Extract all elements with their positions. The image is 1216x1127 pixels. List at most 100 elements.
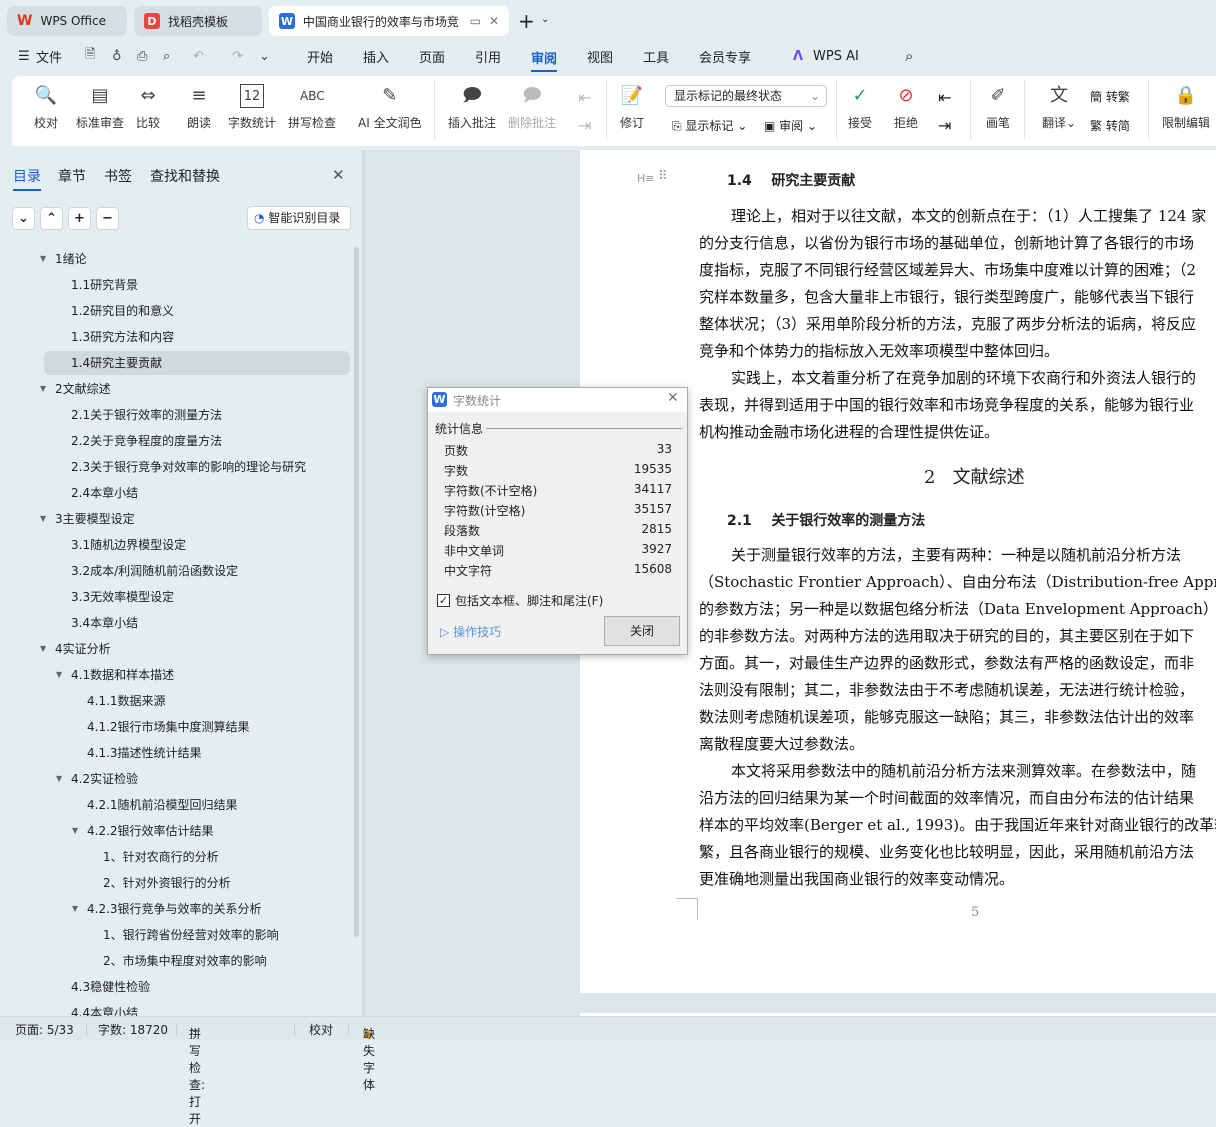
close-button[interactable]: 关闭 bbox=[604, 616, 680, 646]
undo-icon[interactable]: ↶ bbox=[193, 49, 204, 64]
tab-document[interactable]: W 中国商业银行的效率与市场竞 ▭ ✕ bbox=[269, 6, 509, 36]
expand-arrow-icon[interactable]: ▼ bbox=[56, 663, 62, 687]
expand-arrow-icon[interactable]: ▼ bbox=[40, 637, 46, 661]
tab-find-replace[interactable]: 查找和替换 bbox=[150, 166, 220, 186]
menu-insert[interactable]: 插入 bbox=[363, 47, 389, 66]
to-simplified-button[interactable]: 繁 转简 bbox=[1090, 117, 1130, 134]
smart-toc-button[interactable]: ◔ 智能识别目录 bbox=[247, 206, 351, 230]
toc-item[interactable]: ▼ 1绪论 bbox=[0, 247, 352, 271]
link-icon[interactable]: ♁ bbox=[112, 49, 122, 64]
menu-references[interactable]: 引用 bbox=[475, 47, 501, 66]
promote-button[interactable]: + bbox=[68, 207, 91, 230]
toc-item[interactable]: 2、市场集中程度对效率的影响 bbox=[0, 949, 352, 973]
translate-button[interactable]: 文翻译⌄ bbox=[1042, 76, 1076, 131]
toc-item[interactable]: ▼ 4实证分析 bbox=[0, 637, 352, 661]
demote-button[interactable]: − bbox=[96, 207, 119, 230]
toc-item[interactable]: 1.4研究主要贡献 bbox=[44, 351, 350, 375]
menu-tools[interactable]: 工具 bbox=[643, 47, 669, 66]
expand-arrow-icon[interactable]: ▼ bbox=[72, 897, 78, 921]
save-icon[interactable]: 🗎 bbox=[85, 45, 95, 67]
expand-arrow-icon[interactable]: ▼ bbox=[40, 247, 46, 271]
dialog-titlebar[interactable]: W 字数统计 ✕ bbox=[428, 388, 687, 412]
toc-item[interactable]: 1.3研究方法和内容 bbox=[0, 325, 352, 349]
print-icon[interactable]: ⎙ bbox=[137, 49, 147, 64]
include-textbox-checkbox[interactable]: ✓ 包括文本框、脚注和尾注(F) bbox=[437, 592, 603, 609]
close-icon[interactable]: ✕ bbox=[667, 390, 679, 406]
reject-button[interactable]: ⊘ 拒绝 bbox=[894, 76, 918, 131]
toc-item[interactable]: 3.1随机边界模型设定 bbox=[0, 533, 352, 557]
prev-comment-icon[interactable]: ⇤ bbox=[578, 88, 591, 107]
close-panel-icon[interactable]: ✕ bbox=[332, 166, 345, 184]
toc-item[interactable]: 3.2成本/利润随机前沿函数设定 bbox=[0, 559, 352, 583]
menu-view[interactable]: 视图 bbox=[587, 47, 613, 66]
next-comment-icon[interactable]: ⇥ bbox=[578, 116, 591, 135]
tab-bookmarks[interactable]: 书签 bbox=[104, 166, 132, 186]
toc-item[interactable]: 3.3无效率模型设定 bbox=[0, 585, 352, 609]
next-change-icon[interactable]: ⇥ bbox=[938, 116, 951, 135]
toc-item[interactable]: ▼ 3主要模型设定 bbox=[0, 507, 352, 531]
toc-item[interactable]: 2、针对外资银行的分析 bbox=[0, 871, 352, 895]
expand-down-button[interactable]: ⌄ bbox=[12, 207, 35, 230]
show-markup-button[interactable]: ⎘ 显示标记 ⌄ bbox=[672, 117, 747, 134]
menu-member[interactable]: 会员专享 bbox=[699, 47, 751, 66]
prev-change-icon[interactable]: ⇤ bbox=[938, 88, 951, 107]
status-page[interactable]: 页面: 5/33 bbox=[15, 1021, 74, 1038]
track-changes-button[interactable]: 📝 修订 bbox=[620, 76, 644, 131]
menu-home[interactable]: 开始 bbox=[307, 47, 333, 66]
insert-comment-button[interactable]: 🗩 插入批注 bbox=[448, 76, 496, 131]
tab-chapters[interactable]: 章节 bbox=[58, 166, 86, 186]
expand-arrow-icon[interactable]: ▼ bbox=[56, 767, 62, 791]
search-icon[interactable]: ⌕ bbox=[905, 47, 913, 65]
window-icon[interactable]: ▭ bbox=[470, 14, 481, 28]
status-proofread[interactable]: 校对 bbox=[309, 1021, 333, 1038]
toc-item[interactable]: 2.4本章小结 bbox=[0, 481, 352, 505]
toc-item[interactable]: 1、针对农商行的分析 bbox=[0, 845, 352, 869]
more-icon[interactable]: ⌄ bbox=[259, 49, 270, 64]
pen-button[interactable]: ✐ 画笔 bbox=[986, 76, 1010, 131]
tab-toc[interactable]: 目录 bbox=[13, 166, 41, 191]
compare-button[interactable]: ⇔ 比较 bbox=[136, 76, 160, 131]
proofread-button[interactable]: 🔍 校对 bbox=[34, 76, 58, 131]
tab-templates[interactable]: D 找稻壳模板 bbox=[134, 6, 262, 36]
new-tab-icon[interactable]: + bbox=[518, 9, 535, 33]
redo-icon[interactable]: ↷ bbox=[232, 49, 243, 64]
ai-polish-button[interactable]: ✎ AI 全文润色 bbox=[358, 76, 422, 131]
toc-item[interactable]: ▼ 4.2实证检验 bbox=[0, 767, 352, 791]
toc-item[interactable]: ▼ 4.1数据和样本描述 bbox=[0, 663, 352, 687]
toc-item[interactable]: 2.2关于竞争程度的度量方法 bbox=[0, 429, 352, 453]
print-preview-icon[interactable]: ⌕ bbox=[163, 49, 170, 64]
hamburger-icon[interactable]: ☰ bbox=[18, 49, 30, 64]
tab-wps-office[interactable]: W WPS Office bbox=[7, 6, 127, 36]
menu-page[interactable]: 页面 bbox=[419, 47, 445, 66]
toc-item[interactable]: ▼ 4.2.3银行竞争与效率的关系分析 bbox=[0, 897, 352, 921]
chevron-down-icon[interactable]: ⌄ bbox=[541, 14, 549, 25]
expand-arrow-icon[interactable]: ▼ bbox=[72, 819, 78, 843]
delete-comment-button[interactable]: 🗩 删除批注 bbox=[508, 76, 556, 131]
accept-button[interactable]: ✓ 接受 bbox=[848, 76, 872, 131]
markup-state-select[interactable]: 显示标记的最终状态 ⌄ bbox=[665, 85, 827, 107]
review-pane-button[interactable]: ▣ 审阅 ⌄ bbox=[764, 117, 817, 134]
toc-item[interactable]: 2.3关于银行竞争对效率的影响的理论与研究 bbox=[0, 455, 352, 479]
heading-style-marker[interactable]: H≡ bbox=[637, 172, 655, 185]
to-traditional-button[interactable]: 簡 转繁 bbox=[1090, 88, 1130, 105]
menu-file[interactable]: 文件 bbox=[36, 47, 62, 66]
expand-arrow-icon[interactable]: ▼ bbox=[40, 507, 46, 531]
toc-item[interactable]: 4.1.2银行市场集中度测算结果 bbox=[0, 715, 352, 739]
status-word-count[interactable]: 字数: 18720 bbox=[98, 1021, 168, 1038]
status-spell-check[interactable]: 拼写检查: 打开 ⌄ bbox=[189, 1021, 205, 1126]
toc-item[interactable]: 4.3稳健性检验 bbox=[0, 975, 352, 999]
menu-review[interactable]: 审阅 bbox=[531, 48, 558, 72]
tips-link[interactable]: ▷ 操作技巧 bbox=[440, 623, 501, 640]
toc-item[interactable]: ▼ 2文献综述 bbox=[0, 377, 352, 401]
spell-check-button[interactable]: ABC 拼写检查 bbox=[288, 76, 336, 131]
toc-item[interactable]: 3.4本章小结 bbox=[0, 611, 352, 635]
close-tab-icon[interactable]: ✕ bbox=[489, 14, 499, 28]
toc-item[interactable]: 1、银行跨省份经营对效率的影响 bbox=[0, 923, 352, 947]
restrict-editing-button[interactable]: 🔒 限制编辑 bbox=[1162, 76, 1210, 131]
word-count-button[interactable]: 12 字数统计 bbox=[228, 76, 276, 131]
expand-arrow-icon[interactable]: ▼ bbox=[40, 377, 46, 401]
toc-item[interactable]: 4.1.3描述性统计结果 bbox=[0, 741, 352, 765]
collapse-up-button[interactable]: ⌃ bbox=[40, 207, 63, 230]
toc-scrollbar[interactable] bbox=[354, 247, 359, 937]
toc-item[interactable]: 4.4本章小结 bbox=[0, 1001, 352, 1016]
